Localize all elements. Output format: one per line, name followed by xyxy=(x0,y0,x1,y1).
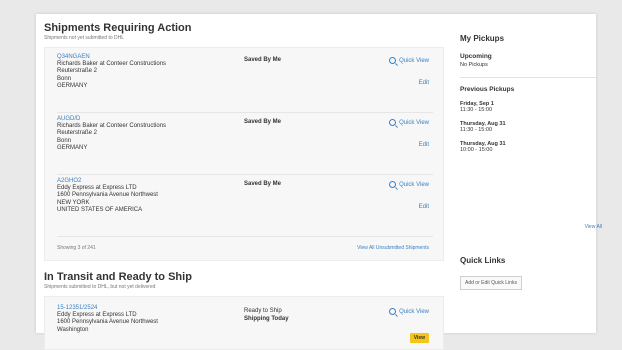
section-title: Shipments Requiring Action xyxy=(44,22,192,34)
search-icon xyxy=(389,57,397,64)
quick-view-label: Quick View xyxy=(399,181,429,188)
section-title: In Transit and Ready to Ship xyxy=(44,271,192,283)
pickup-time: 10:00 - 15:00 xyxy=(460,147,493,153)
transit-section: In Transit and Ready to Ship Shipments s… xyxy=(44,271,444,350)
search-icon xyxy=(389,119,397,126)
pickup-item: Thursday, Aug 31 11:30 - 15:00 xyxy=(460,121,596,133)
card-footer: Showing 3 of 241 View All Unsubmitted Sh… xyxy=(57,240,433,254)
status-text: Ready to Ship xyxy=(244,308,282,314)
search-icon xyxy=(389,308,397,315)
edit-quick-links-button[interactable]: Add or Edit Quick Links xyxy=(460,276,522,290)
view-button[interactable]: View xyxy=(409,333,429,343)
quick-view-link[interactable]: Quick View xyxy=(389,181,429,188)
address-line: 1600 Pennsylvania Avenue Northwest xyxy=(57,192,158,199)
section-subtitle: Shipments not yet submitted to DHL xyxy=(44,35,125,41)
page-frame: Shipments Requiring Action Shipments not… xyxy=(36,14,602,350)
address-line: Reuterstraße 2 xyxy=(57,68,98,75)
quick-view-link[interactable]: Quick View xyxy=(389,57,429,64)
status-text: Saved By Me xyxy=(244,57,282,63)
address-line: Bonn xyxy=(57,137,72,144)
sidebar: My Pickups Upcoming No Pickups Previous … xyxy=(460,34,602,290)
address-line: Bonn xyxy=(57,75,72,82)
edit-link[interactable]: Edit xyxy=(419,204,429,210)
upcoming-label: Upcoming xyxy=(460,53,492,60)
status-text: Saved By Me xyxy=(244,119,282,125)
pickup-item: Friday, Sep 1 11:30 - 15:00 xyxy=(460,101,596,113)
address-line: NEW YORK xyxy=(57,199,90,206)
shipping-today-text: Shipping Today xyxy=(244,316,289,322)
showing-count: Showing 3 of 241 xyxy=(57,245,96,251)
section-subtitle: Shipments submitted to DHL, but not yet … xyxy=(44,284,156,290)
view-all-unsubmitted-link[interactable]: View All Unsubmitted Shipments xyxy=(357,245,429,251)
shipments-card: Q34NGAEN Richards Baker at Conteer Const… xyxy=(44,47,444,261)
view-all-pickups-link[interactable]: View All xyxy=(585,224,602,230)
previous-pickups-label: Previous Pickups xyxy=(460,86,515,93)
pickups-title: My Pickups xyxy=(460,34,505,43)
quick-view-link[interactable]: Quick View xyxy=(389,119,429,126)
pickup-time: 11:30 - 15:00 xyxy=(460,107,493,113)
main-column: Shipments Requiring Action Shipments not… xyxy=(44,22,444,350)
pickup-item: Thursday, Aug 31 10:00 - 15:00 xyxy=(460,141,596,153)
search-icon xyxy=(389,181,397,188)
shipment-row: Q34NGAEN Richards Baker at Conteer Const… xyxy=(57,54,433,113)
quick-links-title: Quick Links xyxy=(460,256,506,265)
address-line: GERMANY xyxy=(57,83,88,90)
address-line: GERMANY xyxy=(57,145,88,152)
shipment-row: A2GHO2 Eddy Express at Express LTD 1600 … xyxy=(57,178,433,237)
address-line: UNITED STATES OF AMERICA xyxy=(57,207,143,214)
edit-link[interactable]: Edit xyxy=(419,142,429,148)
quick-view-link[interactable]: Quick View xyxy=(389,308,429,315)
quick-view-label: Quick View xyxy=(399,308,429,315)
upcoming-text: No Pickups xyxy=(460,62,488,68)
address-line: Reuterstraße 2 xyxy=(57,130,98,137)
address-line: Washington xyxy=(57,326,89,333)
pickup-time: 11:30 - 15:00 xyxy=(460,127,493,133)
shipment-row: 15-12351/2524 Eddy Express at Express LT… xyxy=(57,305,433,345)
shipment-row: AUGD/D Richards Baker at Conteer Constru… xyxy=(57,116,433,175)
edit-link[interactable]: Edit xyxy=(419,80,429,86)
divider xyxy=(460,77,596,78)
quick-view-label: Quick View xyxy=(399,57,429,64)
status-text: Saved By Me xyxy=(244,181,282,187)
transit-card: 15-12351/2524 Eddy Express at Express LT… xyxy=(44,296,444,350)
quick-view-label: Quick View xyxy=(399,119,429,126)
